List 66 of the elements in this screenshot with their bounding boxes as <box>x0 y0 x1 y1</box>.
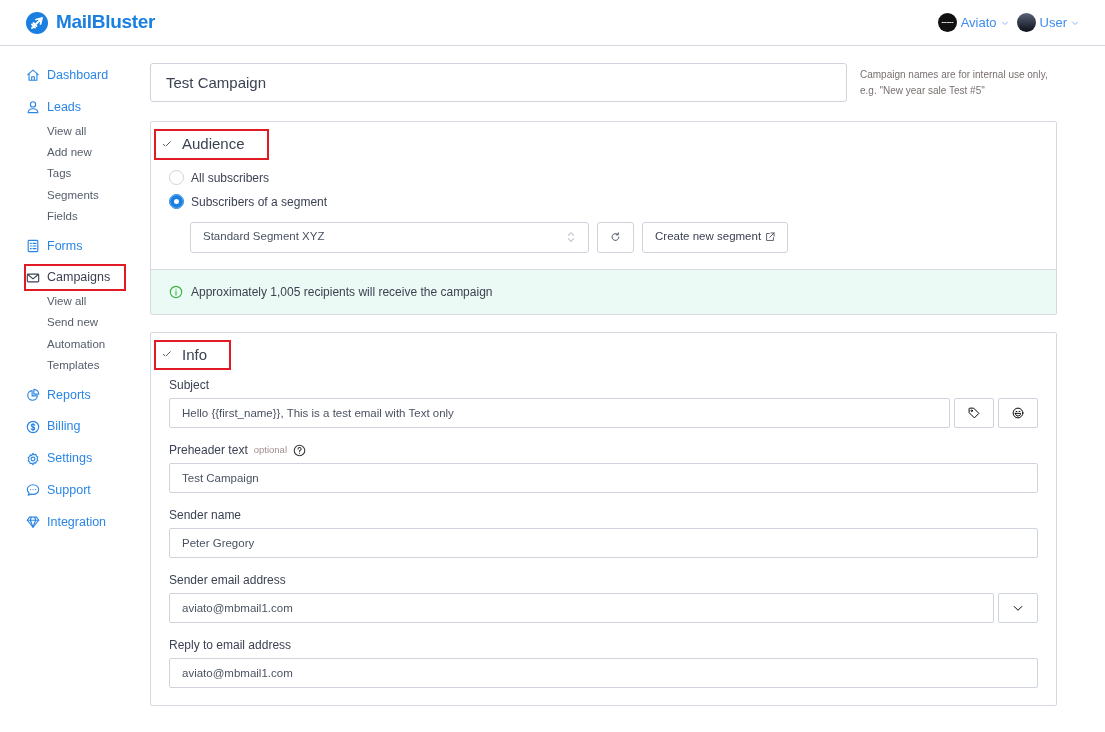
chevron-down-icon <box>1071 18 1079 27</box>
campaign-name-field[interactable]: Test Campaign <box>150 63 847 102</box>
emoji-button[interactable] <box>998 398 1038 428</box>
pie-chart-icon <box>26 388 40 403</box>
sidebar-item[interactable]: Integration <box>24 508 113 536</box>
user-menu[interactable]: User <box>1039 12 1079 33</box>
settings-icon <box>26 451 40 466</box>
external-link-icon <box>765 232 776 242</box>
section-header[interactable]: Audience <box>154 129 269 160</box>
avatar-icon <box>1016 13 1036 32</box>
field-label: Subject <box>169 377 210 394</box>
optional-hint: optional <box>253 442 287 457</box>
text-field[interactable]: aviato@mbmail1.com <box>169 658 1038 688</box>
notice-text: Approximately 1,005 recipients will receive the campaign <box>191 283 493 301</box>
text-field[interactable]: Hello {{first_name}}, This is a test email with Text only <box>169 398 950 428</box>
form-icon <box>26 238 40 253</box>
field-label: Sender name <box>169 507 242 524</box>
chevron-down-icon <box>1000 18 1009 27</box>
sort-icon <box>566 230 576 244</box>
account-menu[interactable]: Aviato <box>960 12 1009 33</box>
segment-select[interactable]: Standard Segment XYZ <box>190 221 589 253</box>
sidebar-subitem[interactable]: Tags <box>26 163 150 185</box>
sidebar-item[interactable]: Forms <box>24 232 89 260</box>
radio-label: All subscribers <box>191 169 270 187</box>
sidebar-subitem[interactable]: View all <box>26 120 150 142</box>
hint-text: Campaign names are for internal use only, <box>860 68 1048 82</box>
field-label: Preheader text <box>169 442 248 459</box>
sidebar-subitem[interactable]: Automation <box>26 333 150 356</box>
text-field[interactable]: aviato@mbmail1.com <box>169 593 994 623</box>
smiley-icon <box>1012 407 1024 419</box>
field-label: Reply to email address <box>169 637 292 654</box>
dollar-icon <box>26 419 40 434</box>
section-header[interactable]: Info <box>154 339 232 370</box>
tag-button[interactable] <box>954 398 994 428</box>
brand-name[interactable]: MailBluster <box>56 8 156 37</box>
refresh-icon <box>610 231 621 243</box>
tag-icon <box>968 407 980 419</box>
hint-text: e.g. "New year sale Test #5" <box>860 84 986 98</box>
diamond-icon <box>26 515 40 530</box>
help-icon <box>293 443 306 457</box>
sidebar-item[interactable]: Reports <box>24 381 97 409</box>
envelope-icon <box>26 270 40 285</box>
logo-icon <box>26 11 48 34</box>
sidebar-subitem[interactable]: Segments <box>26 184 150 207</box>
sidebar-item[interactable]: Leads <box>24 93 88 121</box>
sidebar-subitem[interactable]: Add new <box>26 141 150 164</box>
sidebar-item[interactable]: Settings <box>24 445 99 472</box>
sidebar-subitem[interactable]: Send new <box>26 312 150 334</box>
sidebar-item[interactable]: Dashboard <box>24 62 115 89</box>
sidebar-item[interactable]: Billing <box>24 413 87 441</box>
sidebar-subitem[interactable]: Fields <box>26 206 150 228</box>
text-field[interactable]: Peter Gregory <box>169 528 1038 558</box>
home-icon <box>26 68 40 83</box>
logo-icon <box>937 13 957 32</box>
chat-icon <box>26 483 40 498</box>
user-icon <box>26 100 40 115</box>
sidebar-item[interactable]: Campaigns <box>24 264 127 292</box>
sidebar-subitem[interactable]: Templates <box>26 355 150 377</box>
create-segment-button[interactable]: Create new segment <box>642 221 789 253</box>
sidebar-item[interactable]: Support <box>24 476 97 504</box>
info-icon <box>169 284 183 299</box>
text-field[interactable]: Test Campaign <box>169 463 1038 493</box>
radio-button[interactable] <box>169 194 184 209</box>
radio-label: Subscribers of a segment <box>191 193 328 211</box>
sidebar-subitem[interactable]: View all <box>26 291 150 313</box>
field-label: Sender email address <box>169 572 286 589</box>
